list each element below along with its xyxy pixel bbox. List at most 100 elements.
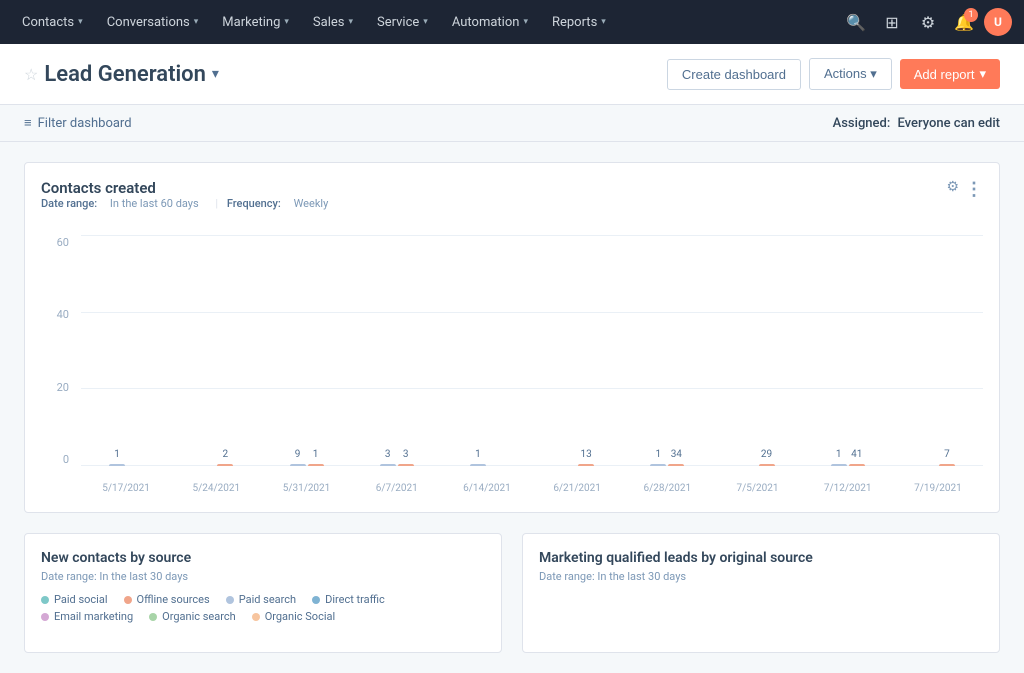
y-label-20: 20 — [41, 381, 77, 394]
bar-value-label: 3 — [403, 449, 409, 460]
bar[interactable]: 9 — [290, 464, 306, 466]
nav-item-reports[interactable]: Reports ▾ — [542, 0, 616, 44]
notifications-button[interactable]: 🔔 1 — [948, 6, 980, 38]
bar-chart: 0 20 40 60 129133113134291417 5/17/20215… — [41, 226, 983, 496]
top-navigation: Contacts ▾ Conversations ▾ Marketing ▾ S… — [0, 0, 1024, 44]
nav-chevron-sales: ▾ — [348, 17, 353, 27]
bar[interactable]: 29 — [759, 464, 775, 466]
filter-dashboard-button[interactable]: ≡ Filter dashboard — [24, 115, 132, 131]
chart-more-icon[interactable]: ⋮ — [965, 179, 983, 200]
nav-label-service: Service — [377, 15, 419, 30]
x-label: 7/5/2021 — [712, 483, 802, 494]
bar[interactable]: 41 — [849, 464, 865, 466]
nav-label-marketing: Marketing — [222, 15, 280, 30]
legend-dot — [226, 596, 234, 604]
bar[interactable]: 1 — [650, 464, 666, 466]
bar-value-label: 1 — [836, 449, 842, 460]
bar-value-label: 3 — [385, 449, 391, 460]
chart-frequency-value: Weekly — [294, 197, 329, 210]
x-label: 6/21/2021 — [532, 483, 622, 494]
bar[interactable]: 3 — [398, 464, 414, 466]
bar-group: 29 — [712, 464, 802, 466]
bar-group: 1 — [81, 464, 171, 466]
y-label-0: 0 — [41, 453, 77, 466]
bars-container: 129133113134291417 — [81, 236, 983, 466]
nav-item-contacts[interactable]: Contacts ▾ — [12, 0, 93, 44]
nav-chevron-contacts: ▾ — [78, 17, 83, 27]
nav-chevron-automation: ▾ — [523, 17, 528, 27]
filter-label: Filter dashboard — [38, 116, 132, 131]
new-contacts-title: New contacts by source — [41, 550, 485, 566]
nav-item-automation[interactable]: Automation ▾ — [442, 0, 538, 44]
bar-value-label: 41 — [851, 449, 862, 460]
y-axis: 0 20 40 60 — [41, 236, 77, 466]
x-label: 6/14/2021 — [442, 483, 532, 494]
bar[interactable]: 7 — [939, 464, 955, 466]
bar-value-label: 2 — [222, 449, 228, 460]
add-report-chevron-icon: ▾ — [979, 66, 986, 82]
search-icon: 🔍 — [846, 13, 866, 32]
legend-label: Paid social — [54, 593, 108, 606]
legend-dot — [41, 596, 49, 604]
nav-item-conversations[interactable]: Conversations ▾ — [97, 0, 209, 44]
grid-view-button[interactable]: ⊞ — [876, 6, 908, 38]
bar[interactable]: 1 — [470, 464, 486, 466]
bar-value-label: 1 — [313, 449, 319, 460]
grid-icon: ⊞ — [885, 13, 898, 32]
chart-frequency-label: Frequency: — [227, 197, 281, 210]
create-dashboard-button[interactable]: Create dashboard — [667, 59, 801, 90]
bar[interactable]: 13 — [578, 464, 594, 466]
bar[interactable]: 1 — [831, 464, 847, 466]
bar-group: 141 — [803, 464, 893, 466]
legend-dot — [124, 596, 132, 604]
x-label: 7/19/2021 — [893, 483, 983, 494]
page-header: ☆ Lead Generation ▾ Create dashboard Act… — [0, 44, 1024, 105]
nav-chevron-service: ▾ — [423, 17, 428, 27]
y-label-60: 60 — [41, 236, 77, 249]
favorite-icon[interactable]: ☆ — [24, 65, 38, 84]
main-content: Contacts created Date range: In the last… — [0, 142, 1024, 673]
user-avatar[interactable]: U — [984, 8, 1012, 36]
nav-label-contacts: Contacts — [22, 15, 74, 30]
nav-item-marketing[interactable]: Marketing ▾ — [212, 0, 299, 44]
header-actions: Create dashboard Actions ▾ Add report ▾ — [667, 58, 1000, 90]
bottom-cards: New contacts by source Date range: In th… — [24, 533, 1000, 653]
bar[interactable]: 1 — [308, 464, 324, 466]
chart-meta-divider: | — [215, 197, 218, 210]
actions-chevron-icon: ▾ — [870, 66, 877, 81]
chart-date-range-value: In the last 60 days — [110, 197, 199, 210]
settings-button[interactable]: ⚙ — [912, 6, 944, 38]
bar[interactable]: 34 — [668, 464, 684, 466]
y-label-40: 40 — [41, 308, 77, 321]
marketing-qualified-leads-card: Marketing qualified leads by original so… — [522, 533, 1000, 653]
legend-label: Organic search — [162, 610, 236, 623]
bar[interactable]: 3 — [380, 464, 396, 466]
bar-group: 1 — [442, 464, 532, 466]
legend-dot — [149, 613, 157, 621]
page-title: Lead Generation — [44, 62, 206, 87]
legend: Paid socialOffline sourcesPaid searchDir… — [41, 593, 485, 623]
chart-filter-icon[interactable]: ⚙ — [946, 179, 959, 200]
nav-chevron-marketing: ▾ — [284, 17, 289, 27]
legend-dot — [252, 613, 260, 621]
nav-item-service[interactable]: Service ▾ — [367, 0, 438, 44]
chart-title-area: Contacts created Date range: In the last… — [41, 179, 336, 222]
nav-label-automation: Automation — [452, 15, 520, 30]
nav-item-sales[interactable]: Sales ▾ — [303, 0, 363, 44]
bar[interactable]: 2 — [217, 464, 233, 466]
legend-label: Direct traffic — [325, 593, 385, 606]
actions-button[interactable]: Actions ▾ — [809, 58, 892, 90]
bar-value-label: 1 — [114, 449, 120, 460]
title-dropdown-icon[interactable]: ▾ — [212, 66, 219, 82]
bar-group: 91 — [261, 464, 351, 466]
bar[interactable]: 1 — [109, 464, 125, 466]
legend-item: Paid search — [226, 593, 296, 606]
search-button[interactable]: 🔍 — [840, 6, 872, 38]
assigned-value: Everyone can edit — [898, 116, 1001, 131]
legend-item: Direct traffic — [312, 593, 385, 606]
nav-label-sales: Sales — [313, 15, 345, 30]
add-report-button[interactable]: Add report ▾ — [900, 59, 1000, 89]
x-label: 5/31/2021 — [261, 483, 351, 494]
nav-label-reports: Reports — [552, 15, 597, 30]
x-labels: 5/17/20215/24/20215/31/20216/7/20216/14/… — [81, 483, 983, 494]
